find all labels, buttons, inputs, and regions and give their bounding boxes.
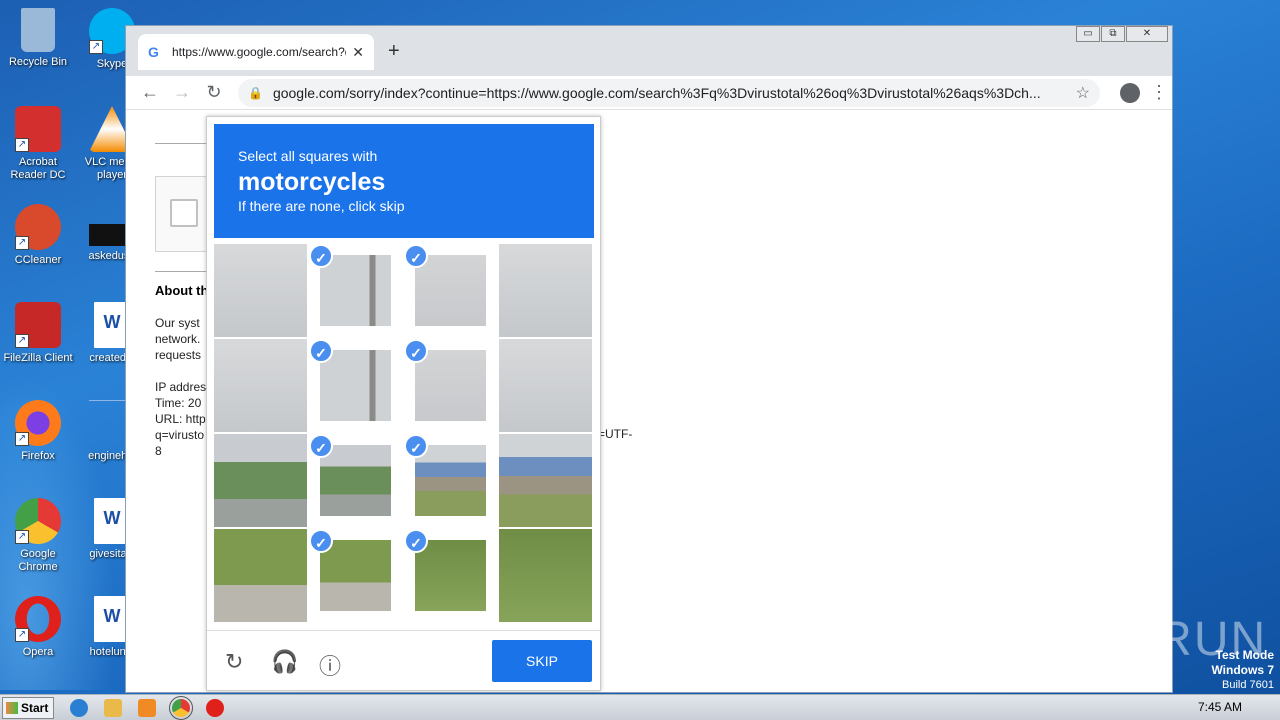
captcha-tile[interactable]: ✓ bbox=[404, 244, 497, 337]
skip-button[interactable]: SKIP bbox=[492, 640, 592, 682]
captcha-tile[interactable] bbox=[214, 244, 307, 337]
desktop-icon-filezilla[interactable]: ↗ FileZilla Client bbox=[0, 302, 76, 365]
opera-icon: ↗ bbox=[15, 596, 61, 642]
captcha-tile[interactable]: ✓ bbox=[404, 529, 497, 622]
account-icon[interactable] bbox=[1120, 82, 1140, 103]
checkmark-icon: ✓ bbox=[309, 434, 333, 458]
browser-toolbar: ← → ↻ 🔒 google.com/sorry/index?continue=… bbox=[126, 76, 1172, 110]
tile-image bbox=[320, 255, 391, 326]
chrome-icon: ↗ bbox=[15, 498, 61, 544]
checkmark-icon: ✓ bbox=[404, 529, 428, 553]
close-button[interactable]: ✕ bbox=[1126, 26, 1168, 42]
recycle-bin-icon bbox=[21, 8, 55, 52]
taskbar: Start 7:45 AM bbox=[0, 694, 1280, 720]
tab-title: https://www.google.com/search?q= bbox=[172, 45, 347, 59]
tile-image bbox=[214, 529, 307, 622]
captcha-tile[interactable]: ✓ bbox=[404, 339, 497, 432]
checkmark-icon: ✓ bbox=[309, 244, 333, 268]
info-icon[interactable]: ⓘ bbox=[319, 649, 341, 681]
checkmark-icon: ✓ bbox=[309, 339, 333, 363]
opera-icon[interactable] bbox=[206, 699, 224, 717]
tile-image bbox=[320, 445, 391, 516]
captcha-tile[interactable] bbox=[214, 339, 307, 432]
tile-image bbox=[499, 339, 592, 432]
captcha-tile[interactable] bbox=[499, 529, 592, 622]
start-button[interactable]: Start bbox=[2, 697, 54, 719]
checkmark-icon: ✓ bbox=[404, 339, 428, 363]
desktop-icon-recycle-bin[interactable]: Recycle Bin bbox=[0, 8, 76, 69]
desktop-icon-acrobat[interactable]: ↗ Acrobat Reader DC bbox=[0, 106, 76, 182]
browser-menu-button[interactable]: ⋮ bbox=[1150, 82, 1168, 103]
recaptcha-checkbox[interactable] bbox=[170, 199, 198, 227]
captcha-tile[interactable]: ✓ bbox=[309, 529, 402, 622]
about-heading: About th bbox=[155, 283, 209, 298]
captcha-tile[interactable]: ✓ bbox=[309, 244, 402, 337]
chrome-icon[interactable] bbox=[169, 696, 193, 720]
address-bar[interactable]: 🔒 google.com/sorry/index?continue=https:… bbox=[238, 78, 1100, 107]
firefox-icon: ↗ bbox=[15, 400, 61, 446]
desktop-icon-opera[interactable]: ↗ Opera bbox=[0, 596, 76, 659]
media-player-icon[interactable] bbox=[138, 699, 156, 717]
tile-image bbox=[415, 540, 486, 611]
window-controls: ▭ ⧉ ✕ bbox=[1075, 26, 1168, 42]
lock-icon: 🔒 bbox=[248, 85, 263, 100]
captcha-footer: ↻ 🎧 ⓘ SKIP bbox=[207, 630, 600, 690]
captcha-grid: ✓ ✓ ✓ ✓ ✓ ✓ ✓ ✓ bbox=[214, 244, 594, 624]
desktop-icon-chrome[interactable]: ↗ Google Chrome bbox=[0, 498, 76, 574]
captcha-tile[interactable] bbox=[214, 434, 307, 527]
audio-icon[interactable]: 🎧 bbox=[271, 649, 298, 675]
captcha-target: motorcycles bbox=[238, 168, 386, 196]
captcha-instruction: Select all squares with bbox=[238, 148, 378, 164]
url-tail-text: =UTF- bbox=[598, 427, 633, 441]
windows-flag-icon bbox=[6, 702, 18, 714]
acrobat-icon: ↗ bbox=[15, 106, 61, 152]
maximize-button[interactable]: ⧉ bbox=[1101, 26, 1125, 42]
filezilla-icon: ↗ bbox=[15, 302, 61, 348]
tile-image bbox=[214, 434, 307, 527]
desktop-icon-ccleaner[interactable]: ↗ CCleaner bbox=[0, 204, 76, 267]
checkmark-icon: ✓ bbox=[309, 529, 333, 553]
captcha-tile[interactable]: ✓ bbox=[404, 434, 497, 527]
checkmark-icon: ✓ bbox=[404, 434, 428, 458]
tile-image bbox=[415, 255, 486, 326]
minimize-button[interactable]: ▭ bbox=[1076, 26, 1100, 42]
explorer-icon[interactable] bbox=[104, 699, 122, 717]
tile-image bbox=[499, 434, 592, 527]
reload-icon[interactable]: ↻ bbox=[225, 649, 243, 675]
tile-image bbox=[320, 540, 391, 611]
tile-image bbox=[499, 244, 592, 337]
tile-image bbox=[214, 339, 307, 432]
captcha-tile[interactable] bbox=[499, 244, 592, 337]
system-tray: 7:45 AM bbox=[1198, 700, 1272, 714]
captcha-challenge: Select all squares with motorcycles If t… bbox=[206, 116, 601, 691]
tile-image bbox=[499, 529, 592, 622]
tile-image bbox=[415, 445, 486, 516]
clock[interactable]: 7:45 AM bbox=[1198, 700, 1242, 714]
desktop-icon-firefox[interactable]: ↗ Firefox bbox=[0, 400, 76, 463]
tab-close-icon[interactable]: ✕ bbox=[352, 44, 364, 61]
tile-image bbox=[214, 244, 307, 337]
back-button[interactable]: ← bbox=[134, 82, 166, 103]
test-mode-notice: Test Mode Windows 7 Build 7601 bbox=[1211, 648, 1274, 691]
captcha-hint: If there are none, click skip bbox=[238, 198, 405, 214]
tile-image bbox=[320, 350, 391, 421]
browser-titlebar: G https://www.google.com/search?q= ✕ + ▭… bbox=[126, 26, 1172, 76]
captcha-tile[interactable] bbox=[499, 339, 592, 432]
bookmark-star-icon[interactable]: ☆ bbox=[1076, 83, 1090, 103]
reload-button[interactable]: ↻ bbox=[198, 82, 230, 103]
checkmark-icon: ✓ bbox=[404, 244, 428, 268]
captcha-tile[interactable] bbox=[499, 434, 592, 527]
captcha-tile[interactable] bbox=[214, 529, 307, 622]
google-favicon-icon: G bbox=[148, 44, 159, 60]
captcha-header: Select all squares with motorcycles If t… bbox=[214, 124, 594, 238]
ccleaner-icon: ↗ bbox=[15, 204, 61, 250]
ie-icon[interactable] bbox=[70, 699, 88, 717]
forward-button[interactable]: → bbox=[166, 82, 198, 103]
tile-image bbox=[415, 350, 486, 421]
captcha-tile[interactable]: ✓ bbox=[309, 339, 402, 432]
address-url[interactable]: google.com/sorry/index?continue=https://… bbox=[273, 85, 1068, 101]
captcha-tile[interactable]: ✓ bbox=[309, 434, 402, 527]
browser-tab[interactable]: G https://www.google.com/search?q= ✕ bbox=[138, 34, 374, 70]
new-tab-button[interactable]: + bbox=[388, 40, 400, 63]
